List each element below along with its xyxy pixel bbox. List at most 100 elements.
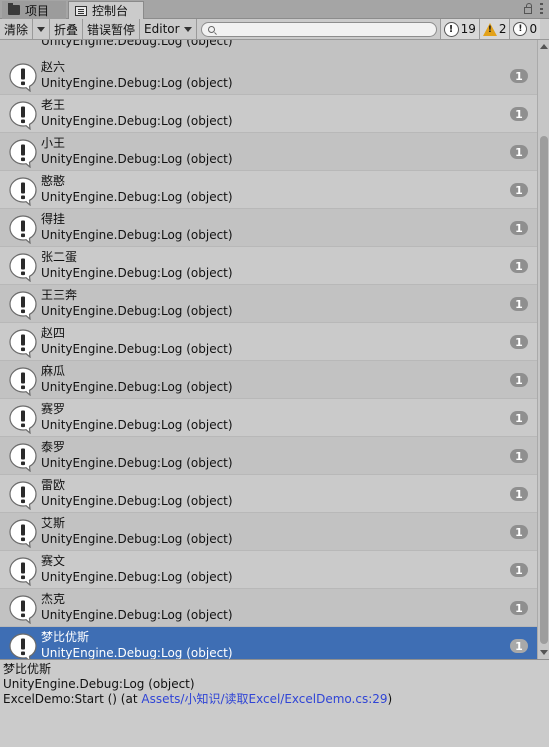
log-entry-row[interactable]: 王三奔 UnityEngine.Debug:Log (object) 1 <box>0 285 537 323</box>
log-count-badge: 1 <box>510 525 528 539</box>
search-box[interactable] <box>200 21 437 37</box>
warning-filter-toggle[interactable]: 2 <box>478 19 510 39</box>
error-icon: ! <box>513 22 528 36</box>
log-entry-row[interactable]: 老王 UnityEngine.Debug:Log (object) 1 <box>0 95 537 133</box>
lock-icon[interactable] <box>524 3 532 14</box>
log-stack-line: UnityEngine.Debug:Log (object) <box>41 342 233 356</box>
log-message: 张二蛋 <box>41 250 78 264</box>
log-count-badge: 1 <box>510 563 528 577</box>
editor-dropdown[interactable]: Editor <box>140 19 197 39</box>
log-stack-line: UnityEngine.Debug:Log (object) <box>41 570 233 584</box>
console-icon <box>75 5 87 16</box>
log-message: 麻瓜 <box>41 364 66 378</box>
log-message: 杰克 <box>41 592 66 606</box>
log-message: 梦比优斯 <box>41 630 90 644</box>
log-count-badge: 1 <box>510 335 528 349</box>
collapse-toggle[interactable]: 折叠 <box>50 19 84 39</box>
log-stack-line: UnityEngine.Debug:Log (object) <box>41 304 233 318</box>
log-list[interactable]: UnityEngine.Debug:Log (object) 赵六 UnityEn… <box>0 40 537 659</box>
search-input[interactable] <box>214 22 436 36</box>
info-message-icon <box>8 518 38 549</box>
info-message-icon <box>8 480 38 511</box>
partial-stack-line: UnityEngine.Debug:Log (object) <box>41 40 233 48</box>
info-count: 19 <box>460 22 476 36</box>
log-entry-row[interactable]: 麻瓜 UnityEngine.Debug:Log (object) 1 <box>0 361 537 399</box>
log-count-badge: 1 <box>510 259 528 273</box>
warning-icon <box>482 22 497 36</box>
log-message: 王三奔 <box>41 288 78 302</box>
log-message: 老王 <box>41 98 66 112</box>
log-stack-line: UnityEngine.Debug:Log (object) <box>41 114 233 128</box>
warning-count: 2 <box>498 22 507 36</box>
info-message-icon <box>8 290 38 321</box>
info-message-icon <box>8 404 38 435</box>
log-entry-row[interactable]: 梦比优斯 UnityEngine.Debug:Log (object) 1 <box>0 627 537 659</box>
log-message: 赛文 <box>41 554 66 568</box>
error-pause-label: 错误暂停 <box>87 22 136 37</box>
info-icon: ! <box>443 21 459 37</box>
log-entry-row[interactable]: 泰罗 UnityEngine.Debug:Log (object) 1 <box>0 437 537 475</box>
clear-label: 清除 <box>4 22 29 37</box>
log-detail-panel: 梦比优斯 UnityEngine.Debug:Log (object) Exce… <box>0 659 549 747</box>
log-entry-row[interactable]: 赵四 UnityEngine.Debug:Log (object) 1 <box>0 323 537 361</box>
tab-project-label: 项目 <box>25 3 50 18</box>
log-message: 泰罗 <box>41 440 66 454</box>
log-stack-line: UnityEngine.Debug:Log (object) <box>41 266 233 280</box>
window-tab-bar: 项目 控制台 <box>0 0 549 19</box>
info-message-icon <box>8 214 38 245</box>
clear-button[interactable]: 清除 <box>0 19 34 39</box>
log-count-badge: 1 <box>510 487 528 501</box>
detail-stack-line: UnityEngine.Debug:Log (object) <box>3 677 195 691</box>
log-entry-row[interactable]: 赛文 UnityEngine.Debug:Log (object) 1 <box>0 551 537 589</box>
log-entry-row[interactable]: 憨憨 UnityEngine.Debug:Log (object) 1 <box>0 171 537 209</box>
log-scrollbar[interactable] <box>537 40 549 659</box>
info-message-icon <box>8 176 38 207</box>
scroll-down-arrow-icon[interactable] <box>540 650 548 655</box>
tab-project[interactable]: 项目 <box>2 1 66 19</box>
info-message-icon <box>8 442 38 473</box>
log-count-badge: 1 <box>510 449 528 463</box>
error-filter-toggle[interactable]: ! 0 <box>509 19 541 39</box>
tab-console[interactable]: 控制台 <box>68 1 144 19</box>
log-message: 艾斯 <box>41 516 66 530</box>
log-count-badge: 1 <box>510 221 528 235</box>
log-count-badge: 1 <box>510 297 528 311</box>
source-file-link[interactable]: Assets/小知识/读取Excel/ExcelDemo.cs:29 <box>141 692 387 706</box>
log-entry-row[interactable]: 赵六 UnityEngine.Debug:Log (object) 1 <box>0 57 537 95</box>
detail-source-line: ExcelDemo:Start () (at Assets/小知识/读取Exce… <box>3 692 546 707</box>
log-count-badge: 1 <box>510 639 528 653</box>
log-stack-line: UnityEngine.Debug:Log (object) <box>41 190 233 204</box>
log-entry-row[interactable]: 小王 UnityEngine.Debug:Log (object) 1 <box>0 133 537 171</box>
info-message-icon <box>8 328 38 359</box>
log-message: 赵六 <box>41 60 66 74</box>
log-entry-row[interactable]: 雷欧 UnityEngine.Debug:Log (object) 1 <box>0 475 537 513</box>
tab-console-label: 控制台 <box>92 4 129 18</box>
log-stack-line: UnityEngine.Debug:Log (object) <box>41 532 233 546</box>
log-entry-row[interactable]: 张二蛋 UnityEngine.Debug:Log (object) 1 <box>0 247 537 285</box>
log-entry-row[interactable]: 杰克 UnityEngine.Debug:Log (object) 1 <box>0 589 537 627</box>
info-message-icon <box>8 138 38 169</box>
log-stack-line: UnityEngine.Debug:Log (object) <box>41 152 233 166</box>
log-entry-row[interactable]: 艾斯 UnityEngine.Debug:Log (object) 1 <box>0 513 537 551</box>
log-message: 赵四 <box>41 326 66 340</box>
clear-options-dropdown[interactable] <box>33 19 51 39</box>
error-pause-toggle[interactable]: 错误暂停 <box>83 19 141 39</box>
log-entry-row[interactable]: 赛罗 UnityEngine.Debug:Log (object) 1 <box>0 399 537 437</box>
chevron-down-icon <box>183 26 192 32</box>
chevron-down-icon <box>37 26 46 32</box>
detail-source-prefix: ExcelDemo:Start () (at <box>3 692 142 706</box>
log-stack-line: UnityEngine.Debug:Log (object) <box>41 646 233 659</box>
more-options-icon[interactable] <box>540 3 543 14</box>
info-message-icon <box>8 62 38 93</box>
search-icon <box>207 25 215 33</box>
scrollbar-thumb[interactable] <box>540 136 548 644</box>
info-filter-toggle[interactable]: ! 19 <box>439 19 479 39</box>
log-entry-row[interactable]: 得挂 UnityEngine.Debug:Log (object) 1 <box>0 209 537 247</box>
info-message-icon <box>8 594 38 625</box>
info-message-icon <box>8 366 38 397</box>
log-stack-line: UnityEngine.Debug:Log (object) <box>41 608 233 622</box>
log-stack-line: UnityEngine.Debug:Log (object) <box>41 76 233 90</box>
info-message-icon <box>8 632 38 659</box>
error-count: 0 <box>529 22 538 36</box>
scroll-up-arrow-icon[interactable] <box>540 44 548 49</box>
